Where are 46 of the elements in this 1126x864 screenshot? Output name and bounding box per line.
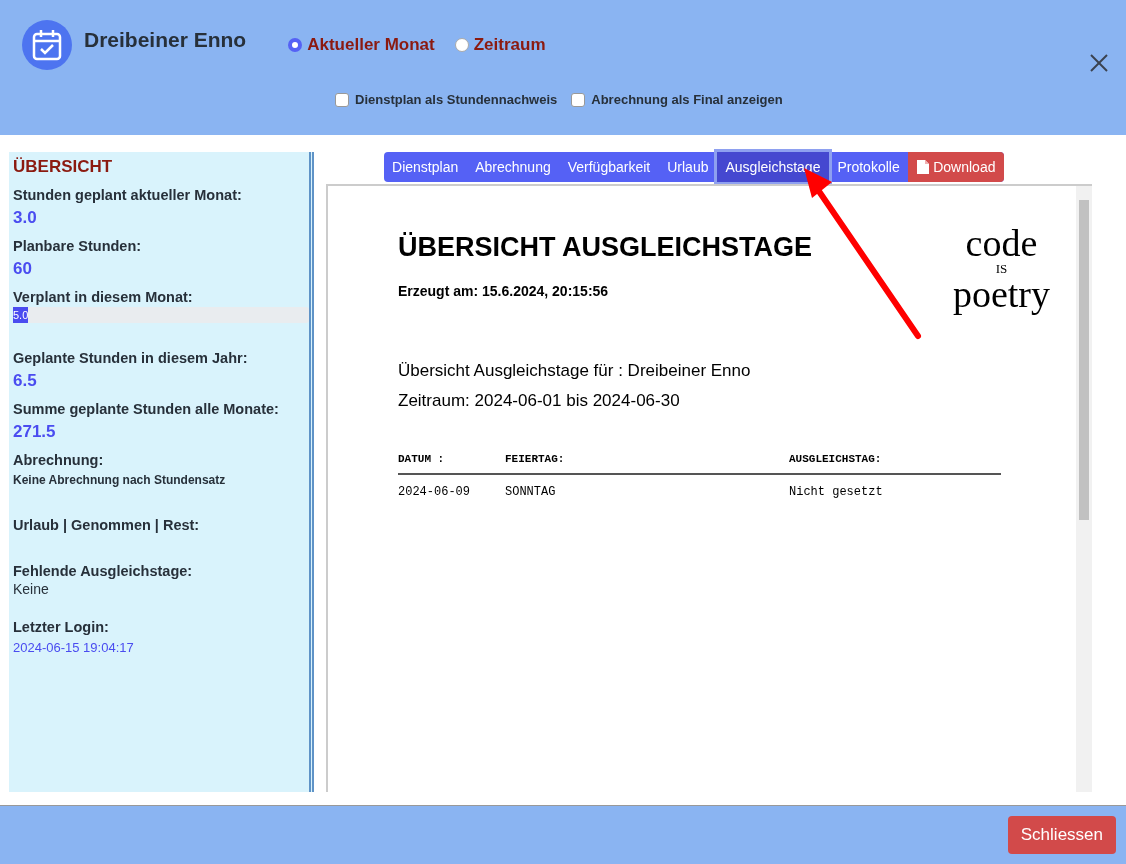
document-title: ÜBERSICHT AUSGLEICHSTAGE [398,232,813,263]
option-checkbox[interactable]: Abrechnung als Final anzeigen [571,92,783,107]
document-subtitle: Übersicht Ausgleichstage für : Dreibeiner Enno [398,361,752,381]
stat-label: Fehlende Ausgleichstage: [13,563,194,579]
tab[interactable]: Dienstplan [383,152,467,182]
table-cell: Nicht gesetzt [789,474,1001,509]
stat-label: Abrechnung: [13,452,105,468]
option-checkbox[interactable]: Dienstplan als Stundennachweis [335,92,558,107]
pdf-file-icon [917,160,930,174]
close-button[interactable]: Schliessen [1007,816,1116,854]
stat-label: Urlaub | Genommen | Rest: [13,517,201,533]
stat-note: Keine Abrechnung nach Stundensatz [13,473,227,487]
stat-value: 6.5 [13,371,38,391]
table-cell: SONNTAG [505,474,789,509]
stat-value: 271.5 [13,422,57,442]
tab[interactable]: Abrechnung [466,152,560,182]
document-period: Zeitraum: 2024-06-01 bis 2024-06-30 [398,391,681,411]
tab[interactable]: Urlaub [658,152,717,182]
stat-label: Planbare Stunden: [13,238,143,254]
stat-value: 60 [13,259,33,279]
stat-label: Summe geplante Stunden alle Monate: [13,401,280,417]
download-button[interactable]: Download [908,152,1005,182]
stat-label: Stunden geplant aktueller Monat: [13,187,243,203]
stat-value: 3.0 [13,208,38,228]
scrollbar[interactable] [1076,186,1092,792]
progress-fill: 5.0 [13,307,28,323]
stat-label: Verplant in diesem Monat: [13,289,194,305]
employee-name: Dreibeiner Enno [84,28,247,52]
login-date: 2024-06-15 19:04:17 [13,640,135,655]
sidebar-title: ÜBERSICHT [13,157,114,177]
created-date: Erzeugt am: 15.6.2024, 20:15:56 [398,283,610,299]
calendar-icon [22,20,72,70]
stat-value: Keine [13,581,50,597]
close-icon[interactable] [1088,52,1110,74]
column-header: FEIERTAG: [505,453,789,474]
tab[interactable]: Verfügbarkeit [559,152,659,182]
table-cell: 2024-06-09 [398,474,505,509]
logo: code IS poetry [952,224,1050,313]
column-header: DATUM : [398,453,505,474]
period-radio[interactable]: Zeitraum [454,35,546,55]
stat-label: Letzter Login: [13,619,110,635]
column-header: AUSGLEICHSTAG: [789,453,1001,474]
stat-label: Geplante Stunden in diesem Jahr: [13,350,249,366]
tab[interactable]: Ausgleichstage [716,152,829,182]
tab[interactable]: Protokolle [828,152,909,182]
period-radio[interactable]: Aktueller Monat [288,35,435,55]
